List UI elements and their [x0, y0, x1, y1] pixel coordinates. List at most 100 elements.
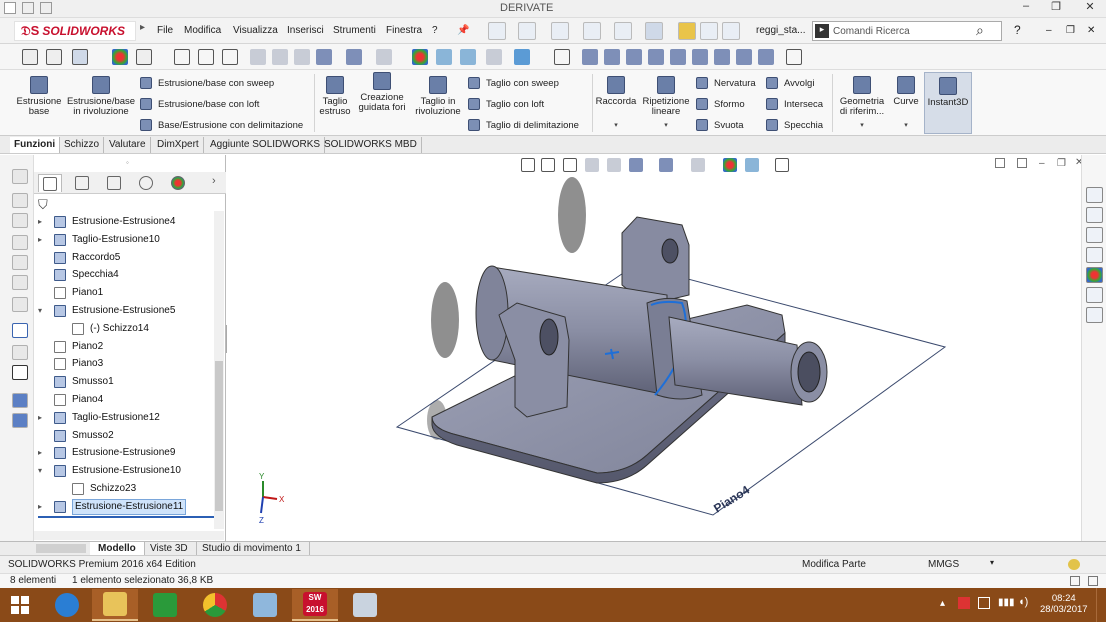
tree-item[interactable]: ▸ Estrusione-Estrusione4: [34, 213, 214, 230]
view-cube-icon[interactable]: [316, 49, 332, 65]
rebuild-icon[interactable]: [678, 22, 696, 40]
tab-display-manager[interactable]: [166, 174, 190, 192]
expand-arrow-icon[interactable]: ▸: [38, 409, 46, 426]
weldments-icon[interactable]: [12, 193, 28, 208]
menu-restore-button[interactable]: ❐: [1066, 25, 1075, 36]
menu-minimize-button[interactable]: –: [1046, 25, 1052, 36]
wrap-button[interactable]: Avvolgi: [766, 76, 830, 90]
taskbar-explorer[interactable]: [92, 589, 138, 621]
tab-property-manager[interactable]: [70, 174, 94, 192]
display-pane-icon[interactable]: [514, 49, 530, 65]
boundary-boss-button[interactable]: Base/Estrusione con delimitazione: [140, 118, 315, 132]
open-document-icon[interactable]: [518, 22, 536, 40]
fillet-button[interactable]: Raccorda ▾: [594, 76, 638, 131]
close-button[interactable]: ✕: [1076, 0, 1104, 16]
rollback-bar[interactable]: [38, 515, 214, 518]
expand-arrow-icon[interactable]: ▸: [38, 498, 46, 515]
taskbar-photos[interactable]: [242, 589, 288, 621]
tab-valutare[interactable]: Valutare: [105, 137, 151, 153]
hide-show-icon[interactable]: [376, 49, 392, 65]
instant3d-button[interactable]: Instant3D: [924, 72, 972, 134]
menu-finestra[interactable]: Finestra: [386, 25, 422, 36]
tree-item[interactable]: Schizzo23: [34, 480, 214, 497]
shell-button[interactable]: Svuota: [696, 118, 762, 132]
dimetric-view-icon[interactable]: [758, 49, 774, 65]
tray-expand-icon[interactable]: ▴: [940, 598, 945, 609]
tab-modello[interactable]: Modello: [90, 542, 145, 556]
boundary-cut-button[interactable]: Taglio di delimitazione: [468, 118, 590, 132]
tree-item[interactable]: Piano2: [34, 338, 214, 355]
feature-toolbar-icon[interactable]: [46, 49, 62, 65]
graphics-area[interactable]: – ❐ ✕ Piano4 Y X Z: [227, 155, 1083, 541]
pattern-dropdown-icon[interactable]: ▾: [640, 121, 692, 131]
tab-aggiunte[interactable]: Aggiunte SOLIDWORKS: [206, 137, 326, 153]
refgeom-dropdown-icon[interactable]: ▾: [836, 121, 888, 131]
expand-arrow-icon[interactable]: ▾: [38, 462, 46, 479]
view-settings-icon[interactable]: [486, 49, 502, 65]
tree-item[interactable]: ▸ Estrusione-Estrusione11: [34, 498, 214, 515]
tree-item[interactable]: ▸ Estrusione-Estrusione9: [34, 444, 214, 461]
new-document-icon[interactable]: [488, 22, 506, 40]
display-style-icon[interactable]: [346, 49, 362, 65]
help-button[interactable]: ?: [1014, 23, 1021, 37]
tree-item[interactable]: Smusso1: [34, 373, 214, 390]
taskbar-chrome[interactable]: [192, 589, 238, 621]
mold-tools-icon[interactable]: [12, 213, 28, 228]
tab-funzioni[interactable]: Funzioni: [10, 137, 61, 153]
view-palette-icon[interactable]: [1086, 247, 1103, 263]
taskbar-store[interactable]: [142, 589, 188, 621]
menu-strumenti[interactable]: Strumenti: [333, 25, 376, 36]
tab-scroll-arrows[interactable]: [36, 544, 86, 553]
save-quick-icon[interactable]: [22, 2, 34, 14]
tree-item[interactable]: Piano1: [34, 284, 214, 301]
restore-button[interactable]: ❐: [1042, 0, 1070, 16]
tab-dimxpert[interactable]: DimXpert: [153, 137, 204, 153]
menu-file[interactable]: File: [157, 25, 173, 36]
tab-mbd[interactable]: SOLIDWORKS MBD: [320, 137, 422, 153]
solidworks-logo[interactable]: 𝔇S SOLIDWORKS: [14, 21, 136, 41]
direct-editing-icon[interactable]: [12, 255, 28, 270]
select-tool-icon[interactable]: [72, 49, 88, 65]
large-icons-view-icon[interactable]: [1088, 576, 1098, 586]
front-view-icon[interactable]: [582, 49, 598, 65]
view-orientation-icon[interactable]: [294, 49, 310, 65]
file-properties-icon[interactable]: [700, 22, 718, 40]
tray-security-icon[interactable]: [958, 597, 970, 609]
hole-wizard-button[interactable]: Creazione guidata fori: [356, 72, 408, 113]
edit-appearance-icon[interactable]: [412, 49, 428, 65]
appearances-icon[interactable]: [1086, 267, 1103, 283]
reference-geometry-button[interactable]: Geometria di riferim... ▾: [836, 76, 888, 131]
scene-icon[interactable]: [436, 49, 452, 65]
tab-feature-tree[interactable]: [38, 174, 62, 192]
pin-icon[interactable]: 📌: [457, 25, 469, 36]
open-quick-icon[interactable]: [40, 2, 52, 14]
forum-icon[interactable]: [1086, 307, 1103, 323]
minimize-button[interactable]: –: [1012, 0, 1040, 16]
trimetric-view-icon[interactable]: [736, 49, 752, 65]
menu-pin-arrow-icon[interactable]: ▸: [140, 22, 148, 40]
expand-arrow-icon[interactable]: ▾: [38, 302, 46, 319]
tree-item[interactable]: Specchia4: [34, 266, 214, 283]
tab-studio-movimento[interactable]: Studio di movimento 1: [194, 542, 310, 556]
design-library-icon[interactable]: [1086, 207, 1103, 223]
tab-schizzo[interactable]: Schizzo: [60, 137, 105, 153]
left-view-icon[interactable]: [626, 49, 642, 65]
sheet-metal-icon[interactable]: [12, 169, 28, 184]
right-view-icon[interactable]: [648, 49, 664, 65]
tree-item[interactable]: (-) Schizzo14: [34, 320, 214, 337]
revolve-boss-button[interactable]: Estrusione/base in rivoluzione: [66, 76, 136, 117]
sweep-boss-button[interactable]: Estrusione/base con sweep: [140, 76, 315, 90]
model-view[interactable]: Piano4 Y X Z: [227, 155, 1081, 541]
file-explorer-icon[interactable]: [1086, 227, 1103, 243]
menu-close-button[interactable]: ✕: [1087, 25, 1095, 36]
isometric-view-icon[interactable]: [714, 49, 730, 65]
tree-item[interactable]: Piano3: [34, 355, 214, 372]
loft-boss-button[interactable]: Estrusione/base con loft: [140, 97, 315, 111]
screen-capture-icon[interactable]: [12, 365, 28, 380]
surfaces-icon[interactable]: [12, 235, 28, 250]
pen-tool-icon[interactable]: [786, 49, 802, 65]
curves-button[interactable]: Curve ▾: [890, 76, 922, 131]
fastening-icon[interactable]: [12, 275, 28, 290]
print-icon[interactable]: [583, 22, 601, 40]
units-select[interactable]: MMGS: [928, 559, 959, 570]
